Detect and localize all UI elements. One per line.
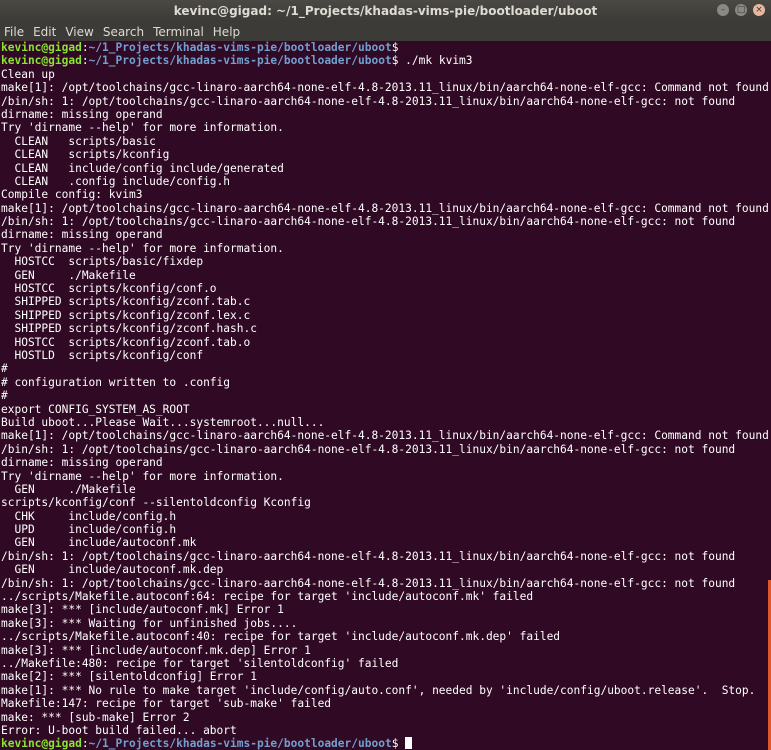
- output-line: GEN include/autoconf.mk.dep: [1, 563, 224, 577]
- output-line: Makefile:147: recipe for target 'sub-mak…: [1, 697, 332, 711]
- output-line: HOSTCC scripts/basic/fixdep: [1, 255, 204, 269]
- output-line: Error: U-boot build failed... abort: [1, 723, 237, 737]
- output-line: make[1]: /opt/toolchains/gcc-linaro-aarc…: [1, 429, 769, 443]
- output-line: /bin/sh: 1: /opt/toolchains/gcc-linaro-a…: [1, 215, 736, 229]
- output-line: /bin/sh: 1: /opt/toolchains/gcc-linaro-a…: [1, 442, 736, 456]
- output-line: CLEAN scripts/basic: [1, 134, 156, 148]
- output-line: Try 'dirname --help' for more informatio…: [1, 469, 284, 483]
- output-line: HOSTLD scripts/kconfig/conf: [1, 348, 204, 362]
- output-line: make[3]: *** [include/autoconf.mk] Error…: [1, 603, 284, 617]
- menu-help[interactable]: Help: [213, 25, 247, 39]
- output-line: export CONFIG_SYSTEM_AS_ROOT: [1, 402, 190, 416]
- output-line: ../scripts/Makefile.autoconf:64: recipe …: [1, 590, 534, 604]
- output-line: dirname: missing operand: [1, 107, 163, 121]
- output-line: ../Makefile:480: recipe for target 'sile…: [1, 656, 399, 670]
- output-line: Compile config: kvim3: [1, 188, 143, 202]
- output-line: CLEAN .config include/config.h: [1, 174, 231, 188]
- command-text: [398, 737, 405, 750]
- output-line: HOSTCC scripts/kconfig/conf.o: [1, 282, 217, 296]
- output-line: SHIPPED scripts/kconfig/zconf.tab.c: [1, 295, 251, 309]
- menu-view[interactable]: View: [65, 25, 100, 39]
- output-line: make[2]: *** [silentoldconfig] Error 1: [1, 670, 257, 684]
- output-line: dirname: missing operand: [1, 456, 163, 470]
- output-line: /bin/sh: 1: /opt/toolchains/gcc-linaro-a…: [1, 94, 736, 108]
- output-line: make[1]: /opt/toolchains/gcc-linaro-aarc…: [1, 81, 769, 95]
- output-line: GEN include/autoconf.mk: [1, 536, 197, 550]
- window-controls: – □ ×: [717, 4, 765, 16]
- output-line: CLEAN include/config include/generated: [1, 161, 284, 175]
- prompt-colon: :: [81, 41, 89, 54]
- terminal-output[interactable]: kevinc@gigad:~/1_Projects/khadas-vims-pi…: [0, 41, 771, 750]
- output-line: dirname: missing operand: [1, 228, 163, 242]
- output-line: CLEAN scripts/kconfig: [1, 148, 170, 162]
- output-line: #: [1, 389, 8, 403]
- output-line: make[3]: *** [include/autoconf.mk.dep] E…: [1, 643, 311, 657]
- output-line: #: [1, 362, 8, 376]
- output-line: SHIPPED scripts/kconfig/zconf.lex.c: [1, 308, 251, 322]
- output-line: Try 'dirname --help' for more informatio…: [1, 241, 284, 255]
- output-line: Try 'dirname --help' for more informatio…: [1, 121, 284, 135]
- output-line: make[3]: *** Waiting for unfinished jobs…: [1, 616, 298, 630]
- prompt-path: ~/1_Projects/khadas-vims-pie/bootloader/…: [88, 54, 392, 68]
- menu-search[interactable]: Search: [103, 25, 151, 39]
- menu-terminal[interactable]: Terminal: [153, 25, 211, 39]
- prompt-user: kevinc@gigad: [1, 41, 82, 54]
- prompt-line: kevinc@gigad:~/1_Projects/khadas-vims-pi…: [1, 54, 771, 67]
- title-bar[interactable]: kevinc@gigad: ~/1_Projects/khadas-vims-p…: [0, 0, 771, 22]
- maximize-button[interactable]: □: [735, 4, 747, 16]
- prompt-user: kevinc@gigad: [1, 54, 82, 68]
- output-line: UPD include/config.h: [1, 523, 177, 537]
- output-line: Clean up: [1, 67, 55, 81]
- output-line: GEN ./Makefile: [1, 482, 136, 496]
- prompt-colon: :: [81, 54, 89, 68]
- terminal-window: kevinc@gigad: ~/1_Projects/khadas-vims-p…: [0, 0, 771, 750]
- minimize-button[interactable]: –: [717, 4, 729, 16]
- output-line: scripts/kconfig/conf --silentoldconfig K…: [1, 496, 311, 510]
- command-text: ./mk kvim3: [398, 54, 473, 68]
- close-button[interactable]: ×: [753, 4, 765, 16]
- output-line: HOSTCC scripts/kconfig/zconf.tab.o: [1, 335, 251, 349]
- prompt-line: kevinc@gigad:~/1_Projects/khadas-vims-pi…: [1, 41, 771, 54]
- output-line: CHK include/config.h: [1, 509, 177, 523]
- prompt-line: kevinc@gigad:~/1_Projects/khadas-vims-pi…: [1, 737, 771, 750]
- prompt-path: ~/1_Projects/khadas-vims-pie/bootloader/…: [88, 41, 392, 54]
- output-line: make: *** [sub-make] Error 2: [1, 710, 190, 724]
- output-line: ../scripts/Makefile.autoconf:40: recipe …: [1, 630, 561, 644]
- output-line: /bin/sh: 1: /opt/toolchains/gcc-linaro-a…: [1, 576, 736, 590]
- menu-bar: File Edit View Search Terminal Help: [0, 22, 771, 41]
- output-line: SHIPPED scripts/kconfig/zconf.hash.c: [1, 322, 257, 336]
- output-line: /bin/sh: 1: /opt/toolchains/gcc-linaro-a…: [1, 549, 736, 563]
- text-cursor: [405, 737, 413, 750]
- output-line: make[1]: /opt/toolchains/gcc-linaro-aarc…: [1, 201, 769, 215]
- prompt-dollar: $: [391, 41, 399, 54]
- output-line: make[1]: *** No rule to make target 'inc…: [1, 683, 756, 697]
- prompt-path: ~/1_Projects/khadas-vims-pie/bootloader/…: [88, 737, 392, 750]
- output-line: # configuration written to .config: [1, 375, 231, 389]
- output-line: Build uboot...Please Wait...systemroot..…: [1, 415, 325, 429]
- output-line: GEN ./Makefile: [1, 268, 136, 282]
- prompt-colon: :: [81, 737, 89, 750]
- window-title: kevinc@gigad: ~/1_Projects/khadas-vims-p…: [173, 4, 598, 18]
- prompt-user: kevinc@gigad: [1, 737, 82, 750]
- menu-edit[interactable]: Edit: [33, 25, 63, 39]
- menu-file[interactable]: File: [4, 25, 31, 39]
